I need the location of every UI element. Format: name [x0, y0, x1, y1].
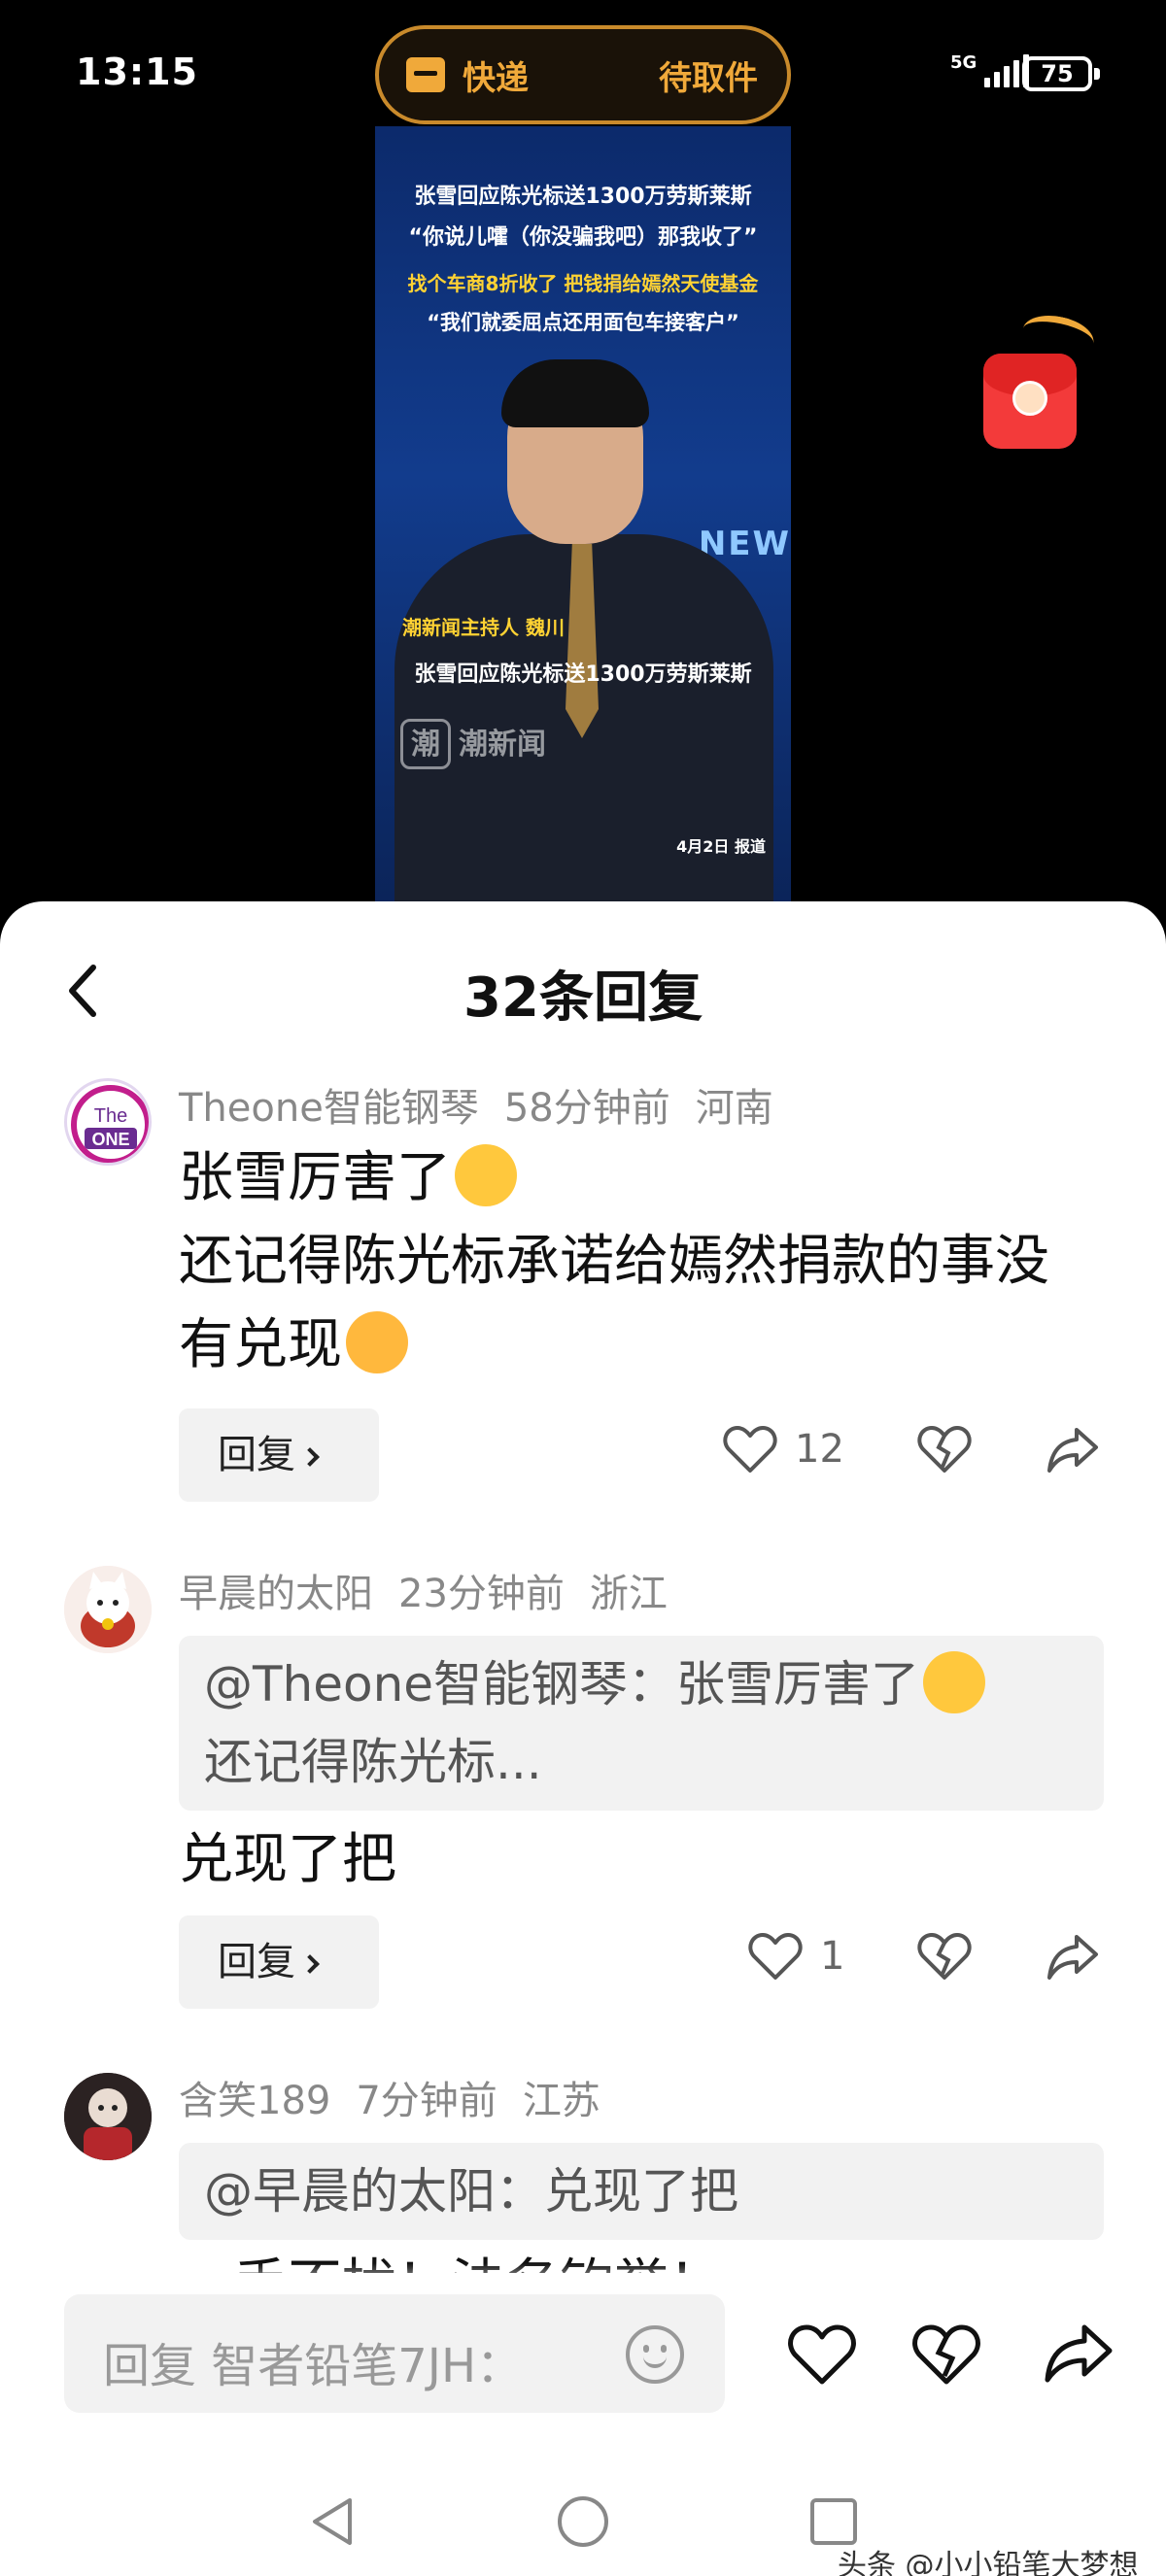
- nav-home-icon[interactable]: [556, 2494, 610, 2549]
- sheet-header: 32条回复: [0, 901, 1166, 1076]
- sheet-title: 32条回复: [463, 966, 703, 1030]
- news-logo: 潮潮新闻: [400, 719, 546, 769]
- host-name: 潮新闻主持人 魏川: [402, 616, 565, 639]
- share-icon[interactable]: [1044, 2320, 1114, 2390]
- express-status: 待取件: [659, 58, 758, 98]
- reply-input-placeholder: 回复 智者铅笔7JH：: [103, 2339, 524, 2393]
- battery-icon: 75: [1022, 56, 1100, 91]
- presenter-hair: [501, 359, 649, 427]
- comment-text: 兑现了把: [179, 1828, 396, 1891]
- video-caption: 找个车商8折收了 把钱捐给嫣然天使基金: [407, 272, 759, 295]
- comment-meta: 早晨的太阳 23分钟前 浙江: [179, 1562, 693, 1618]
- reply-button[interactable]: 回复: [179, 1408, 379, 1502]
- scroll-fade: [0, 2263, 1166, 2292]
- share-icon[interactable]: [1046, 1424, 1100, 1474]
- video-caption: 张雪回应陈光标送1300万劳斯莱斯: [414, 185, 752, 209]
- signal-icon: 5G: [950, 52, 1030, 87]
- dislike-broken-heart-icon[interactable]: [911, 2320, 981, 2390]
- logo-mark: 潮: [400, 719, 451, 769]
- svg-text:The: The: [94, 1105, 127, 1127]
- reply-input[interactable]: 回复 智者铅笔7JH：: [64, 2294, 725, 2413]
- reply-label: 回复: [218, 1433, 295, 1477]
- quoted-comment[interactable]: @早晨的太阳：兑现了把: [179, 2143, 1104, 2240]
- like-count: 1: [820, 1934, 845, 1979]
- emoji-picker-icon[interactable]: [626, 2325, 684, 2384]
- video-player[interactable]: 张雪回应陈光标送1300万劳斯莱斯 “你说儿嚯（你没骗我吧）那我收了” 找个车商…: [375, 126, 791, 903]
- package-icon: [406, 57, 445, 92]
- comment-line: 张雪厉害了: [179, 1146, 451, 1209]
- comment-location: 江苏: [522, 2079, 600, 2123]
- quote-line: @早晨的太阳：兑现了把: [204, 2163, 738, 2220]
- report-date: 4月2日 报道: [676, 837, 766, 856]
- watermark: 头条 @小小铅笔大梦想: [838, 2549, 1139, 2576]
- video-caption: 张雪回应陈光标送1300万劳斯莱斯: [414, 662, 752, 687]
- avatar[interactable]: The ONE: [64, 1078, 152, 1166]
- comment-meta: 含笑189 7分钟前 江苏: [179, 2069, 626, 2125]
- like-button[interactable]: 12: [723, 1424, 844, 1474]
- chevron-right-icon: [300, 1447, 320, 1467]
- comment-time: 58分钟前: [503, 1086, 670, 1131]
- comment-meta: Theone智能钢琴 58分钟前 河南: [179, 1076, 799, 1133]
- video-caption: “你说儿嚯（你没骗我吧）那我收了”: [408, 225, 758, 250]
- svg-text:ONE: ONE: [91, 1130, 129, 1149]
- reply-button[interactable]: 回复: [179, 1915, 379, 2009]
- laughing-emoji-icon: [346, 1310, 408, 1373]
- network-type: 5G: [950, 52, 977, 73]
- like-count: 12: [795, 1427, 844, 1472]
- express-pickup-pill[interactable]: 快递 待取件: [375, 25, 791, 124]
- avatar[interactable]: [64, 2073, 152, 2160]
- share-icon[interactable]: [1046, 1931, 1100, 1982]
- chevron-right-icon: [300, 1954, 320, 1974]
- like-button[interactable]: 1: [748, 1931, 844, 1982]
- quote-line: @Theone智能钢琴：张雪厉害了: [204, 1656, 920, 1712]
- heart-icon: [748, 1933, 803, 1980]
- red-envelope-icon[interactable]: [983, 309, 1098, 451]
- character-avatar-icon: [64, 2073, 152, 2160]
- comment-time: 23分钟前: [398, 1572, 565, 1616]
- quoted-comment[interactable]: @Theone智能钢琴：张雪厉害了 还记得陈光标...: [179, 1636, 1104, 1811]
- dislike-broken-heart-icon[interactable]: [917, 1931, 972, 1982]
- username[interactable]: Theone智能钢琴: [179, 1086, 479, 1131]
- heart-icon: [723, 1426, 777, 1473]
- comment-time: 7分钟前: [356, 2079, 497, 2123]
- username[interactable]: 含笑189: [179, 2079, 330, 2123]
- status-bar: 13:15 快递 待取件 5G 75: [0, 0, 1166, 146]
- comment-line: 还记得陈光标承诺给嫣然捐款的事没: [179, 1230, 1049, 1293]
- comment-item: 含笑1897分钟前江苏 @早晨的太阳：兑现了把 手不扰！法名钓誉！: [0, 2069, 1166, 2273]
- dislike-broken-heart-icon[interactable]: [917, 1424, 972, 1474]
- comment-location: 河南: [695, 1086, 773, 1131]
- nav-back-icon[interactable]: [305, 2494, 360, 2549]
- quote-line: 还记得陈光标...: [204, 1734, 542, 1790]
- thinking-emoji-icon: [923, 1650, 986, 1713]
- reply-label: 回复: [218, 1940, 295, 1984]
- lucky-cat-avatar-icon: [64, 1566, 152, 1653]
- comment-location: 浙江: [589, 1572, 668, 1616]
- comment-line: 有兑现: [179, 1313, 342, 1376]
- avatar[interactable]: [64, 1566, 152, 1653]
- video-caption: “我们就委屈点还用面包车接客户”: [427, 311, 739, 334]
- like-heart-icon[interactable]: [787, 2320, 857, 2390]
- username[interactable]: 早晨的太阳: [179, 1572, 373, 1616]
- express-label: 快递: [463, 58, 529, 98]
- thinking-emoji-icon: [455, 1143, 517, 1206]
- comment-text: 张雪厉害了 还记得陈光标承诺给嫣然捐款的事没 有兑现: [179, 1136, 1112, 1387]
- logo-text: 潮新闻: [459, 728, 546, 762]
- clock: 13:15: [76, 51, 198, 93]
